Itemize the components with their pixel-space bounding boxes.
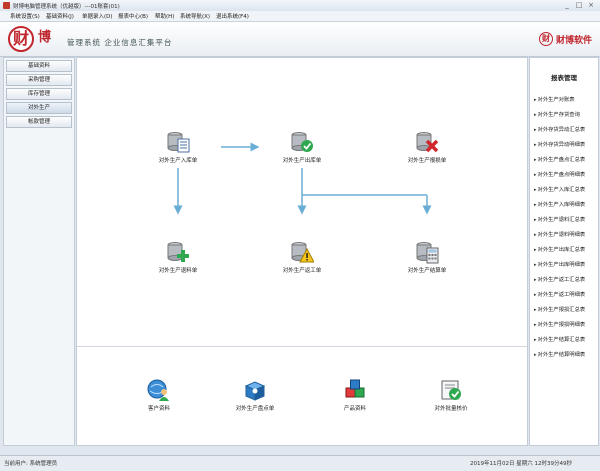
- banner: 财 博 管理系统 企业信息汇集平台 财 财博软件: [0, 22, 600, 57]
- menu-system-settings[interactable]: 系统设置(S): [10, 12, 40, 20]
- report-item[interactable]: 对外生产入库汇总表: [534, 185, 586, 193]
- node-product-data[interactable]: 产品资料: [315, 378, 395, 412]
- report-item[interactable]: 对外生产返工汇总表: [534, 275, 586, 283]
- report-item[interactable]: 对外存货异动明细表: [534, 140, 586, 148]
- report-item[interactable]: 对外生产报损明细表: [534, 320, 586, 328]
- report-item[interactable]: 对外存货异动汇总表: [534, 125, 586, 133]
- node-production-out[interactable]: 对外生产出库单: [262, 130, 342, 164]
- brand-right: 财 财博软件: [538, 32, 592, 46]
- report-item[interactable]: 对外生产出库明细表: [534, 260, 586, 268]
- status-datetime: 2019年11月02日 星期六 12时39分49秒: [470, 461, 572, 467]
- customer-globe-icon: [147, 378, 171, 402]
- divider: [77, 346, 527, 347]
- report-item[interactable]: 对外生产出库汇总表: [534, 245, 586, 253]
- report-panel-title: 报表管理: [551, 74, 577, 82]
- menu-report-center[interactable]: 报表中心(B): [118, 12, 148, 20]
- delete-database-icon: [415, 130, 439, 154]
- report-item[interactable]: 对外生产盘点汇总表: [534, 155, 586, 163]
- node-label: 对外生产出库单: [282, 158, 322, 164]
- doc-database-icon: [166, 130, 190, 154]
- report-item[interactable]: 对外生产报损汇总表: [534, 305, 586, 313]
- node-label: 对外批量核价: [434, 406, 468, 412]
- add-database-icon: [166, 240, 190, 264]
- node-label: 客户资料: [147, 406, 170, 412]
- report-item[interactable]: 对外生产存货查询: [534, 110, 580, 118]
- menu-basic-data[interactable]: 基础资料(J): [46, 12, 74, 20]
- menu-exit[interactable]: 退出系统(F4): [216, 12, 249, 20]
- menu-system-navigation[interactable]: 系统导航(X): [180, 12, 210, 20]
- node-label: 对外生产退料单: [158, 268, 198, 274]
- report-item[interactable]: 对外生产返工明细表: [534, 290, 586, 298]
- menu-help[interactable]: 帮助(H): [155, 12, 174, 20]
- report-item[interactable]: 对外生产结算明细表: [534, 350, 586, 358]
- node-batch-pricing[interactable]: 对外批量核价: [411, 378, 491, 412]
- calculator-database-icon: [415, 240, 439, 264]
- report-item[interactable]: 对外生产入库明细表: [534, 200, 586, 208]
- inventory-box-icon: [243, 378, 267, 402]
- node-production-in[interactable]: 对外生产入库单: [138, 130, 218, 164]
- report-item[interactable]: 对外生产退料汇总表: [534, 215, 586, 223]
- maximize-button[interactable]: □: [574, 1, 584, 9]
- product-cubes-icon: [343, 378, 367, 402]
- node-label: 对外生产入库单: [158, 158, 198, 164]
- node-label: 产品资料: [343, 406, 366, 412]
- left-nav-panel: 基础资料 采购管理 库存管理 对外生产 帐款管理: [3, 57, 75, 446]
- status-bar: 当前用户: 系统管理员 2019年11月02日 星期六 12时39分49秒: [0, 455, 600, 471]
- price-check-icon: [439, 378, 463, 402]
- logo: 财: [8, 26, 34, 52]
- report-item[interactable]: 对外生产盘点明细表: [534, 170, 586, 178]
- node-customer-data[interactable]: 客户资料: [119, 378, 199, 412]
- node-label: 对外生产返工单: [282, 268, 322, 274]
- node-production-inventory[interactable]: 对外生产盘点单: [215, 378, 295, 412]
- report-panel: 报表管理 对外生产对账表 对外生产存货查询 对外存货异动汇总表 对外存货异动明细…: [529, 57, 599, 446]
- node-label: 对外生产报损单: [407, 158, 447, 164]
- node-production-settlement[interactable]: 对外生产结算单: [387, 240, 467, 274]
- report-item[interactable]: 对外生产结算汇总表: [534, 335, 586, 343]
- nav-purchase[interactable]: 采购管理: [6, 74, 72, 86]
- brand-right-text: 财博软件: [555, 35, 592, 46]
- node-production-loss[interactable]: 对外生产报损单: [387, 130, 467, 164]
- app-icon: [3, 2, 10, 9]
- menu-bar: 系统设置(S) 基础资料(J) 单据录入(D) 报表中心(B) 帮助(H) 系统…: [0, 11, 600, 22]
- node-production-return[interactable]: 对外生产退料单: [138, 240, 218, 274]
- nav-inventory[interactable]: 库存管理: [6, 88, 72, 100]
- report-item[interactable]: 对外生产对账表: [534, 95, 575, 103]
- nav-basic-data[interactable]: 基础资料: [6, 60, 72, 72]
- node-label: 对外生产盘点单: [235, 406, 275, 412]
- report-item[interactable]: 对外生产退料明细表: [534, 230, 586, 238]
- status-user: 当前用户: 系统管理员: [4, 461, 58, 467]
- nav-external-production[interactable]: 对外生产: [6, 102, 72, 114]
- flow-panel: 对外生产入库单 对外生产出库单 对外生产报损单 对外生产退料单 对外生产返工单 …: [76, 57, 528, 446]
- node-label: 对外生产结算单: [407, 268, 447, 274]
- warning-database-icon: [290, 240, 315, 264]
- window-title: 财博电脑管理系统（优越版）---01账套(01): [13, 4, 120, 10]
- flow-arrows: [173, 142, 432, 215]
- menu-document-entry[interactable]: 单据录入(D): [82, 12, 113, 20]
- close-button[interactable]: ×: [586, 1, 596, 9]
- node-production-rework[interactable]: 对外生产返工单: [262, 240, 342, 274]
- slogan: 管理系统 企业信息汇集平台: [67, 38, 173, 47]
- brand-right-logo: 财: [538, 32, 553, 46]
- nav-accounts[interactable]: 帐款管理: [6, 116, 72, 128]
- check-database-icon: [290, 130, 314, 154]
- brand-name: 博: [38, 30, 52, 45]
- minimize-button[interactable]: _: [562, 1, 572, 9]
